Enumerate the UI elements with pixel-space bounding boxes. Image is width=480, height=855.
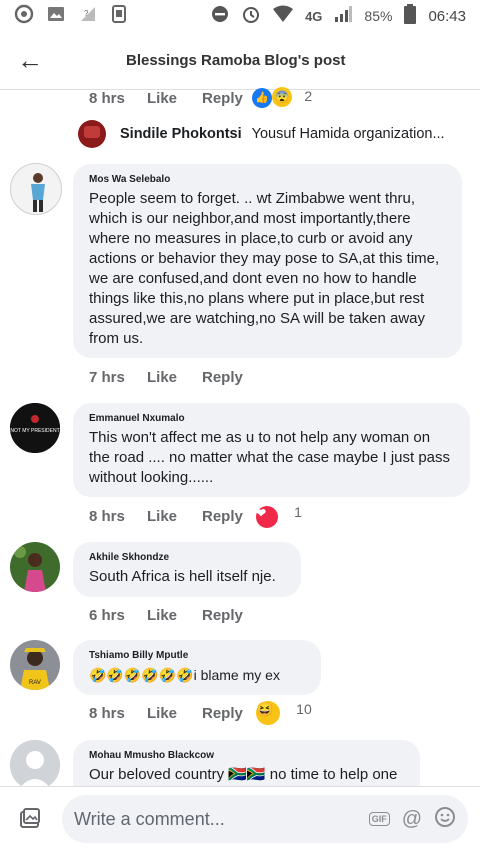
comment-bubble[interactable]: Emmanuel Nxumalo This won't affect me as… xyxy=(73,403,470,497)
svg-text:RAV: RAV xyxy=(29,680,41,686)
comment-text: Our beloved country 🇿🇦🇿🇦 no time to help… xyxy=(89,766,398,783)
clock: 06:43 xyxy=(428,7,466,25)
reply-snippet: Yousuf Hamida organization... xyxy=(251,126,445,142)
reaction-summary[interactable]: ❤ 1 xyxy=(256,504,302,528)
gif-icon[interactable]: GIF xyxy=(368,812,390,826)
comment-meta: 6 hrs Like Reply xyxy=(89,605,252,625)
photo-icon[interactable] xyxy=(18,807,42,836)
avatar[interactable] xyxy=(10,542,60,592)
like-button[interactable]: Like xyxy=(147,705,202,722)
reply-button[interactable]: Reply xyxy=(202,369,252,386)
dnd-icon xyxy=(211,5,229,27)
post-header: ← Blessings Ramoba Blog's post xyxy=(0,32,480,90)
comment-composer-bar: Write a comment... GIF @ xyxy=(0,786,480,855)
comment-meta: 7 hrs Like Reply xyxy=(89,367,252,387)
comment-time: 6 hrs xyxy=(89,606,125,624)
comment-author[interactable]: Akhile Skhondze xyxy=(89,552,285,563)
battery-percent: 85% xyxy=(364,8,393,24)
comment-placeholder[interactable]: Write a comment... xyxy=(74,809,369,830)
reply-preview[interactable]: Sindile Phokontsi Yousuf Hamida organiza… xyxy=(78,120,445,148)
avatar[interactable]: RAV xyxy=(10,640,60,690)
reply-button[interactable]: Reply xyxy=(202,607,252,624)
reply-button[interactable]: Reply xyxy=(202,508,252,525)
comment-text: South Africa is hell itself nje. xyxy=(89,568,276,585)
comment-time: 8 hrs xyxy=(89,507,125,525)
comment-meta: 8 hrs Like Reply 😆 10 xyxy=(89,701,312,725)
reply-author[interactable]: Sindile Phokontsi xyxy=(120,126,242,142)
wifi-icon xyxy=(273,5,294,27)
avatar[interactable]: NOT MY PRESIDENT xyxy=(10,403,60,453)
avatar[interactable] xyxy=(10,740,60,790)
messenger-icon xyxy=(14,4,34,28)
reaction-count: 1 xyxy=(294,504,302,520)
page-title: Blessings Ramoba Blog's post xyxy=(126,52,346,69)
reaction-summary[interactable]: 😆 10 xyxy=(256,701,312,725)
comment-meta: 8 hrs Like Reply 👍 😨 2 xyxy=(89,87,313,108)
status-bar: ? 4G 85% 06:43 xyxy=(0,0,480,32)
avatar xyxy=(78,120,106,148)
back-arrow-icon[interactable]: ← xyxy=(0,45,60,76)
haha-reaction-icon: 😨 xyxy=(272,87,293,108)
love-reaction-icon: ❤ xyxy=(256,506,278,528)
reaction-count: 2 xyxy=(304,88,313,105)
comment-author[interactable]: Mohau Mmusho Blackcow xyxy=(89,750,404,761)
comment-author[interactable]: Mos Wa Selebalo xyxy=(89,174,446,185)
like-button[interactable]: Like xyxy=(147,607,202,624)
svg-text:?: ? xyxy=(84,9,89,18)
comment-bubble[interactable]: Tshiamo Billy Mputle 🤣🤣🤣🤣🤣🤣i blame my ex xyxy=(73,640,321,695)
comment-text: People seem to forget. .. wt Zimbabwe we… xyxy=(89,190,440,347)
like-button[interactable]: Like xyxy=(147,508,202,525)
reply-button[interactable]: Reply xyxy=(202,90,252,107)
signal-off-icon: ? xyxy=(78,4,98,28)
comment-author[interactable]: Emmanuel Nxumalo xyxy=(89,413,454,424)
comment-input[interactable]: Write a comment... GIF @ xyxy=(62,795,468,843)
avatar-caption: NOT MY PRESIDENT xyxy=(10,428,59,434)
emoji-icon[interactable] xyxy=(434,806,456,833)
network-type: 4G xyxy=(305,8,323,24)
like-button[interactable]: Like xyxy=(147,369,202,386)
mention-icon[interactable]: @ xyxy=(402,808,422,831)
reaction-summary[interactable]: 👍 😨 2 xyxy=(252,87,313,108)
like-reaction-icon: 👍 xyxy=(252,87,272,108)
comment-text: 🤣🤣🤣🤣🤣🤣i blame my ex xyxy=(89,667,280,683)
sim-icon xyxy=(110,4,128,28)
comment-time: 8 hrs xyxy=(89,89,125,107)
signal-icon xyxy=(334,6,353,26)
avatar[interactable] xyxy=(10,163,62,215)
comment-time: 8 hrs xyxy=(89,704,125,722)
reaction-count: 10 xyxy=(296,701,312,717)
alarm-icon xyxy=(241,4,261,28)
comment-time: 7 hrs xyxy=(89,368,125,386)
comment-author[interactable]: Tshiamo Billy Mputle xyxy=(89,650,305,661)
like-button[interactable]: Like xyxy=(147,90,202,107)
reply-button[interactable]: Reply xyxy=(202,705,252,722)
battery-icon xyxy=(404,4,417,28)
comment-text: This won't affect me as u to not help an… xyxy=(89,429,451,486)
comment-bubble[interactable]: Mos Wa Selebalo People seem to forget. .… xyxy=(73,164,462,358)
comment-meta: 8 hrs Like Reply ❤ 1 xyxy=(89,504,302,528)
haha-reaction-icon: 😆 xyxy=(256,701,280,725)
comment-bubble[interactable]: Akhile Skhondze South Africa is hell its… xyxy=(73,542,301,597)
image-icon xyxy=(46,4,66,28)
